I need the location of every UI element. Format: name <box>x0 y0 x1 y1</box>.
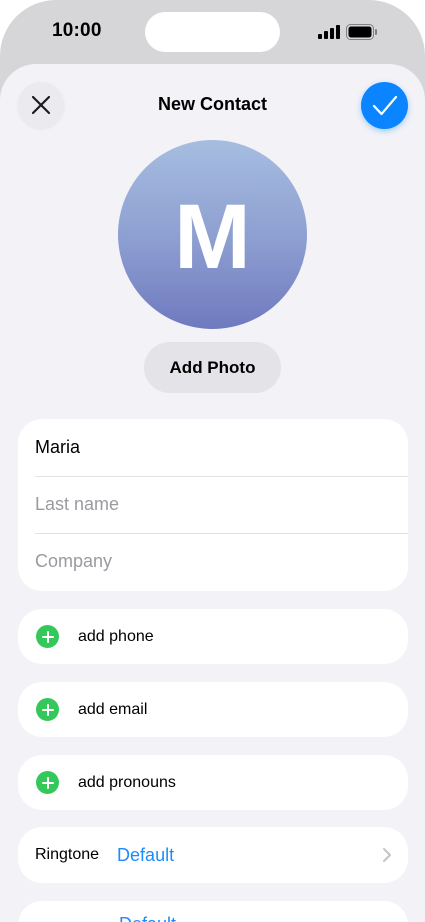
dynamic-island <box>145 12 280 52</box>
add-phone-label: add phone <box>78 627 154 645</box>
text-tone-row[interactable]: Default <box>18 901 408 922</box>
first-name-field[interactable]: Maria <box>18 419 408 476</box>
text-tone-value: Default <box>119 914 176 922</box>
plus-circle-icon <box>36 625 59 648</box>
ringtone-row[interactable]: Ringtone Default <box>18 827 408 883</box>
cellular-signal-icon <box>318 25 340 39</box>
name-card: Maria Last name Company <box>18 419 408 591</box>
checkmark-icon <box>372 95 397 115</box>
avatar[interactable]: M <box>118 140 307 329</box>
ringtone-label: Ringtone <box>35 846 100 863</box>
add-photo-button[interactable]: Add Photo <box>144 342 281 393</box>
done-button[interactable] <box>361 82 408 129</box>
add-pronouns-label: add pronouns <box>78 773 176 791</box>
battery-icon <box>346 24 377 40</box>
add-email-label: add email <box>78 700 148 718</box>
ringtone-value: Default <box>117 844 175 865</box>
plus-circle-icon <box>36 771 59 794</box>
add-pronouns-row[interactable]: add pronouns <box>18 755 408 810</box>
company-field[interactable]: Company <box>18 533 408 590</box>
plus-circle-icon <box>36 698 59 721</box>
add-phone-row[interactable]: add phone <box>18 609 408 664</box>
last-name-field[interactable]: Last name <box>18 476 408 533</box>
new-contact-sheet: New Contact M Add Photo Maria Last name … <box>0 64 425 922</box>
add-email-row[interactable]: add email <box>18 682 408 737</box>
avatar-initial: M <box>174 185 251 288</box>
status-time: 10:00 <box>52 20 102 41</box>
phone-screen: 10:00 New Contact M Add Photo Maria Last… <box>0 0 425 922</box>
chevron-right-icon <box>383 848 391 862</box>
